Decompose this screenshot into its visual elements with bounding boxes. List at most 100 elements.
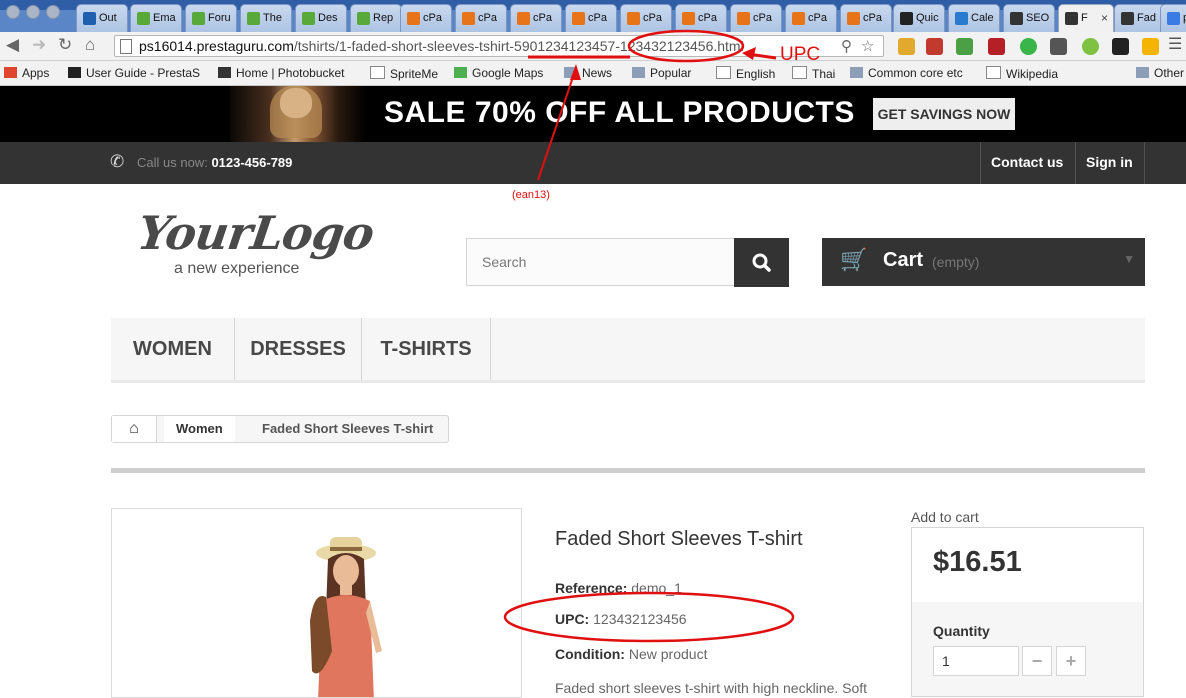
cart-block[interactable]: 🛒 Cart (empty) ▼ xyxy=(822,238,1145,286)
quantity-increase-button[interactable]: + xyxy=(1056,646,1086,676)
quantity-input[interactable]: 1 xyxy=(933,646,1019,676)
folder-icon xyxy=(850,67,863,78)
calendar-icon xyxy=(955,12,968,25)
menu-icon[interactable]: ☰ xyxy=(1168,37,1182,55)
extension-icon[interactable] xyxy=(926,38,943,55)
bookmark-item[interactable]: Apps xyxy=(4,66,49,80)
banner-model-photo xyxy=(230,86,365,142)
browser-tab[interactable]: Out xyxy=(76,4,128,32)
browser-tab[interactable]: Des xyxy=(295,4,347,32)
maps-icon xyxy=(454,67,467,78)
product-description: Faded short sleeves t-shirt with high ne… xyxy=(555,680,868,696)
cpanel-icon xyxy=(792,12,805,25)
bookmark-item[interactable]: English xyxy=(716,66,775,81)
apps-icon xyxy=(4,67,17,78)
page-icon xyxy=(716,66,731,79)
close-tab-icon[interactable]: × xyxy=(1101,5,1108,31)
bookmark-item[interactable]: Google Maps xyxy=(454,66,543,80)
photobucket-icon xyxy=(218,67,231,78)
zoom-window-icon[interactable] xyxy=(46,5,60,19)
browser-tab[interactable]: cPa xyxy=(840,4,892,32)
bookmark-item[interactable]: Thai xyxy=(792,66,835,81)
bookmark-item[interactable]: Other xyxy=(1136,66,1184,80)
tab-title: cPa xyxy=(478,12,497,24)
cpanel-icon xyxy=(517,12,530,25)
evernote-icon xyxy=(137,12,150,25)
product-image[interactable] xyxy=(111,508,522,698)
bookmark-item[interactable]: Popular xyxy=(632,66,691,80)
bookmark-item[interactable]: Common core etc xyxy=(850,66,963,80)
cart-icon: 🛒 xyxy=(840,247,868,272)
extension-icon[interactable] xyxy=(898,38,915,55)
browser-tab[interactable]: cPa xyxy=(565,4,617,32)
extension-icon[interactable] xyxy=(1050,38,1067,55)
browser-tab[interactable]: Cale xyxy=(948,4,1000,32)
guide-icon xyxy=(68,67,81,78)
menu-item-tshirts[interactable]: T-SHIRTS xyxy=(362,318,491,380)
get-savings-button[interactable]: GET SAVINGS NOW xyxy=(873,98,1015,130)
url-input[interactable]: ps16014.prestaguru.com/tshirts/1-faded-s… xyxy=(114,35,884,57)
search-input[interactable]: Search xyxy=(466,238,735,286)
extension-icon[interactable] xyxy=(988,38,1005,55)
forward-icon[interactable]: ➜ xyxy=(32,36,46,54)
browser-tab[interactable]: Ema xyxy=(130,4,182,32)
extension-icon[interactable] xyxy=(1082,38,1099,55)
extension-icon[interactable] xyxy=(1112,38,1129,55)
shop-logo[interactable]: YourLogo xyxy=(134,206,377,260)
bookmark-label: Wikipedia xyxy=(1006,67,1059,81)
folder-icon xyxy=(632,67,645,78)
extension-icon[interactable] xyxy=(1020,38,1037,55)
browser-tab[interactable]: Fad xyxy=(1114,4,1166,32)
bookmark-item[interactable]: Home | Photobucket xyxy=(218,66,345,80)
browser-tab[interactable]: Quic xyxy=(893,4,945,32)
browser-tab[interactable]: F × xyxy=(1058,4,1114,32)
extension-icon[interactable] xyxy=(956,38,973,55)
product-price: $16.51 xyxy=(933,546,1022,578)
bookmark-item[interactable]: Wikipedia xyxy=(986,66,1058,81)
close-window-icon[interactable] xyxy=(6,5,20,19)
browser-tab[interactable]: The xyxy=(240,4,292,32)
sign-in-link[interactable]: Sign in xyxy=(1075,142,1145,184)
browser-tab[interactable]: cPa xyxy=(675,4,727,32)
minimize-window-icon[interactable] xyxy=(26,5,40,19)
bookmark-label: Apps xyxy=(22,66,50,80)
browser-tab[interactable]: cPa xyxy=(400,4,452,32)
chevron-down-icon[interactable]: ▼ xyxy=(1123,252,1135,266)
browser-tab[interactable]: cPa xyxy=(785,4,837,32)
menu-item-dresses[interactable]: DRESSES xyxy=(235,318,362,380)
zoom-icon[interactable]: ⚲ xyxy=(841,37,852,55)
bookmark-label: Home | Photobucket xyxy=(236,66,345,80)
browser-tab[interactable]: cPa xyxy=(510,4,562,32)
browser-tab[interactable]: cPa xyxy=(730,4,782,32)
bookmark-item[interactable]: News xyxy=(564,66,612,80)
upc-annotation-label: UPC xyxy=(780,44,821,65)
browser-tab[interactable]: Rep xyxy=(350,4,402,32)
browser-tab[interactable]: Foru xyxy=(185,4,237,32)
bookmark-label: Other xyxy=(1154,66,1185,80)
menu-item-women[interactable]: WOMEN xyxy=(111,318,235,380)
home-icon[interactable]: ⌂ xyxy=(85,36,95,54)
divider xyxy=(111,468,1145,473)
contact-us-link[interactable]: Contact us xyxy=(980,142,1076,184)
breadcrumb-women[interactable]: Women xyxy=(164,416,235,442)
tab-title: Des xyxy=(318,12,338,24)
quantity-decrease-button[interactable]: − xyxy=(1022,646,1052,676)
browser-tab-bar: Out Ema Foru The Des Rep cPa cPa cPa cPa cPa cPa cPa… xyxy=(0,0,1186,32)
bookmark-label: Google Maps xyxy=(472,66,544,80)
back-icon[interactable]: ◀ xyxy=(6,36,19,54)
home-icon[interactable]: ⌂ xyxy=(112,416,157,442)
bookmark-item[interactable]: SpriteMe xyxy=(370,66,438,81)
browser-tab[interactable]: SEO xyxy=(1003,4,1055,32)
bookmark-item[interactable]: User Guide - PrestaS xyxy=(68,66,200,80)
google-drive-icon[interactable] xyxy=(1142,38,1159,55)
cart-status: (empty) xyxy=(932,254,980,270)
reload-icon[interactable]: ↻ xyxy=(58,36,72,54)
bookmark-star-icon[interactable]: ☆ xyxy=(861,37,874,55)
browser-tab[interactable]: cPa xyxy=(455,4,507,32)
wikipedia-icon xyxy=(986,66,1001,79)
cpanel-icon xyxy=(682,12,695,25)
browser-tab[interactable]: pres xyxy=(1160,4,1186,32)
browser-tab[interactable]: cPa xyxy=(620,4,672,32)
search-button[interactable] xyxy=(734,238,789,287)
sale-banner[interactable]: SALE 70% OFF ALL PRODUCTS GET SAVINGS NO… xyxy=(0,86,1186,142)
